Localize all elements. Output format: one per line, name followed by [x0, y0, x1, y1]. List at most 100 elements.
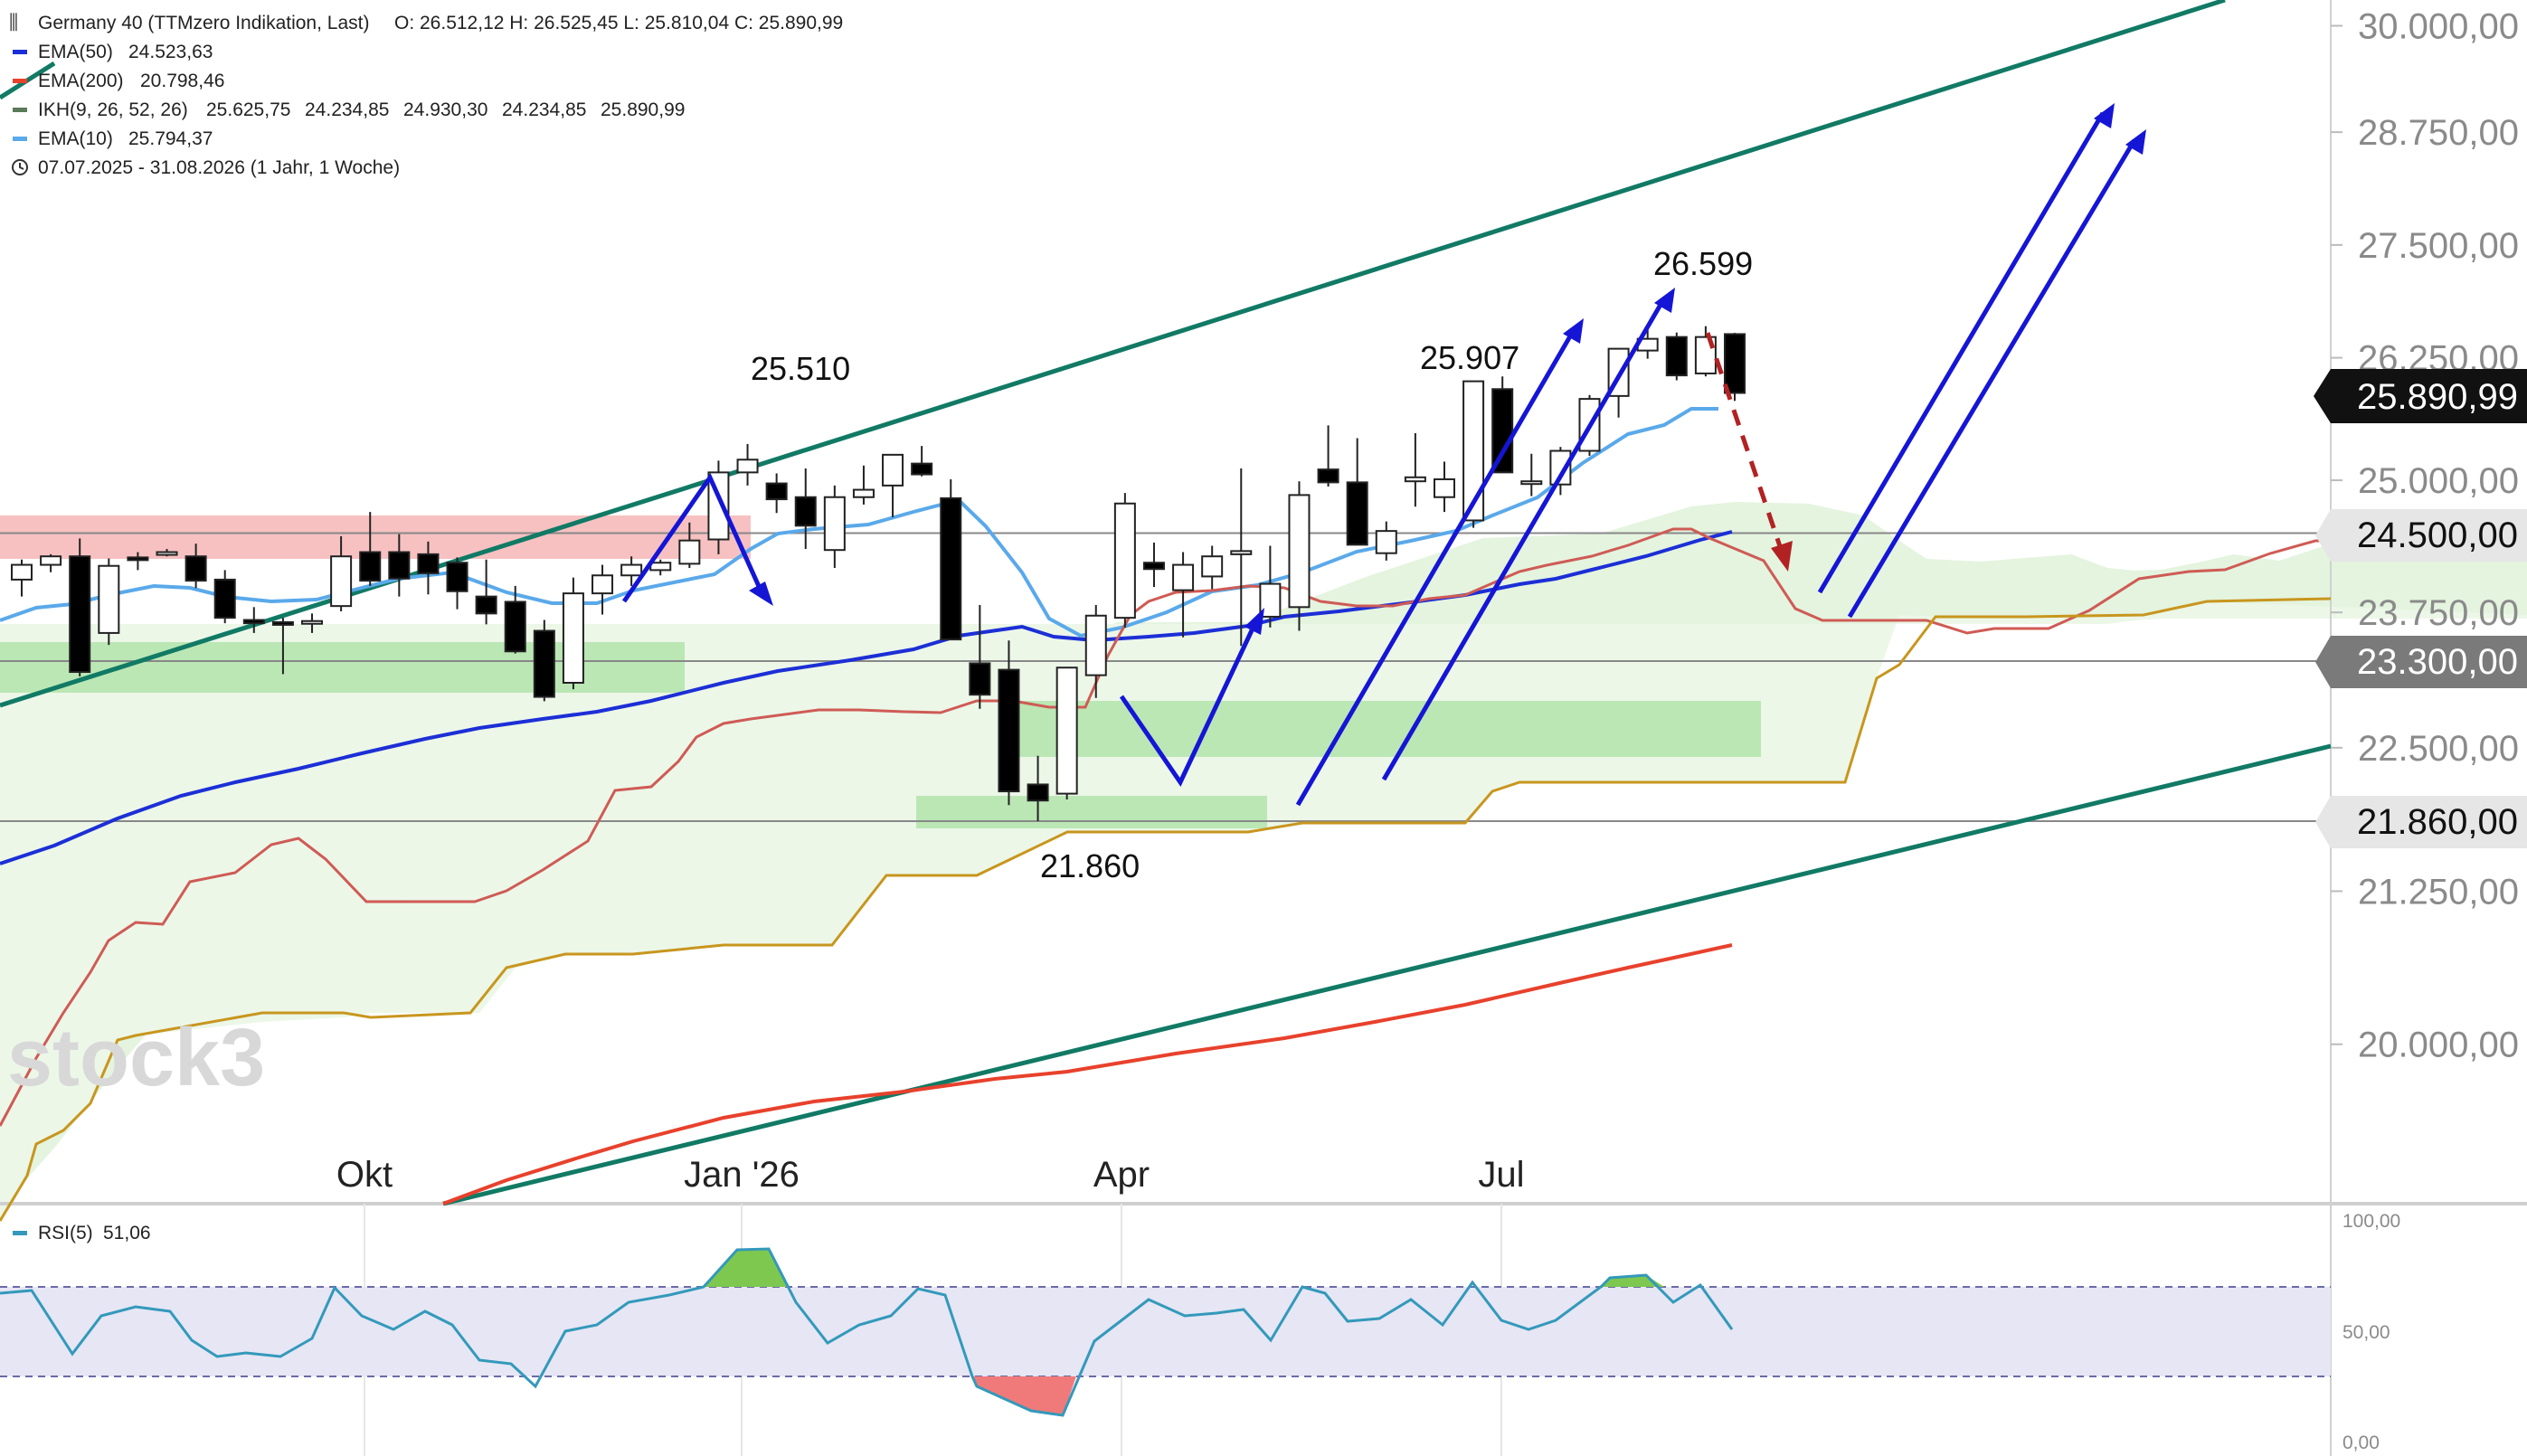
candle-bullish: [649, 562, 672, 572]
y-tick-label: 23.750,00: [2358, 593, 2519, 633]
legend-ema200-value: 20.798,46: [140, 71, 224, 91]
x-label-okt: Okt: [336, 1155, 393, 1195]
candle-bullish: [678, 539, 701, 565]
candle-bullish: [852, 488, 875, 498]
legend-ikh-value-2: 24.234,85: [305, 99, 389, 120]
arrow-head-zigzag-left: [749, 581, 773, 606]
level-label-pointer: [2315, 636, 2331, 688]
legend-swatch-ema200: [13, 79, 27, 83]
legend-ohlc: O: 26.512,12 H: 26.525,45 L: 25.810,04 C…: [394, 13, 843, 33]
legend-range: 07.07.2025 - 31.08.2026 (1 Jahr, 1 Woche…: [38, 157, 400, 178]
legend-ema200-label: EMA(200): [38, 71, 124, 91]
legend-ema10-value: 25.794,37: [128, 128, 213, 149]
legend-ikh-label: IKH(9, 26, 52, 26): [38, 99, 188, 120]
level-label-pointer: [2315, 796, 2331, 848]
candle-bullish: [1201, 555, 1224, 578]
candle-bullish: [1172, 563, 1195, 591]
candle-bullish: [1404, 476, 1426, 483]
candle-bearish: [213, 578, 236, 619]
candle-bearish: [911, 462, 933, 476]
candle-bullish: [1520, 480, 1543, 486]
candle-bearish: [271, 620, 294, 626]
candle-bullish: [562, 592, 584, 684]
candle-bullish: [330, 555, 353, 608]
candle-bullish: [882, 453, 904, 487]
candle-bullish: [1375, 530, 1397, 554]
legend-ema50-label: EMA(50): [38, 42, 113, 62]
level-label-text: 24.500,00: [2357, 515, 2518, 555]
candle-bearish: [1317, 468, 1339, 484]
candle-bearish: [794, 496, 817, 527]
candle-bearish: [1142, 562, 1165, 571]
legend-ikh-value-5: 25.890,99: [601, 99, 685, 120]
candle-bearish: [998, 668, 1020, 793]
rsi-panel: 100,00 50,00 0,00 RSI(5) 51,06: [0, 1211, 2400, 1453]
rsi-legend-swatch: [13, 1231, 27, 1235]
rsi-oversold-fill-mar: [972, 1376, 1076, 1415]
legend-ikh-value-4: 24.234,85: [502, 99, 586, 120]
last-price-label: 25.890,99: [2314, 369, 2527, 423]
rsi-tick-100: 100,00: [2342, 1211, 2400, 1232]
candle-bearish: [1346, 481, 1368, 546]
legend-swatch-ema50: [13, 50, 27, 54]
candle-bullish: [301, 619, 324, 625]
candle-bearish: [242, 619, 265, 625]
candle-bearish: [765, 482, 788, 501]
legend-ema50-value: 24.523,63: [128, 42, 213, 62]
candle-bearish: [1665, 336, 1688, 377]
rsi-legend-label: RSI(5): [38, 1223, 93, 1243]
candle-bullish: [736, 459, 759, 474]
candle-bearish: [1491, 388, 1514, 474]
y-tick-label: 20.000,00: [2358, 1026, 2519, 1065]
candle-bullish: [1055, 667, 1078, 795]
rsi-legend-value: 51,06: [103, 1223, 151, 1243]
legend-ema10-label: EMA(10): [38, 128, 113, 149]
candle-bearish: [475, 595, 497, 615]
y-tick-label: 25.000,00: [2358, 461, 2519, 501]
x-label-jul: Jul: [1478, 1155, 1524, 1195]
candle-bearish: [533, 629, 555, 698]
legend-ikh-value-3: 24.930,30: [403, 99, 487, 120]
y-tick-label: 28.750,00: [2358, 113, 2519, 153]
price-chart: 25.510 25.907 26.599 21.860 stock3 Okt J…: [0, 0, 2527, 1456]
candle-bullish: [11, 563, 33, 581]
level-label-text: 23.300,00: [2357, 642, 2518, 682]
arrow-up-3: [1817, 111, 2106, 594]
rsi-overbought-fill-jan: [704, 1249, 790, 1287]
candle-bullish: [620, 563, 643, 577]
candle-bearish: [127, 556, 149, 562]
candle-bearish: [940, 496, 962, 641]
candle-bullish: [156, 551, 178, 556]
candle-bearish: [1027, 783, 1049, 802]
rsi-band: [0, 1287, 2331, 1376]
x-label-apr: Apr: [1093, 1155, 1150, 1195]
candle-bullish: [592, 574, 614, 595]
candle-bearish: [388, 551, 411, 580]
candle-bearish: [446, 562, 468, 592]
bar-chart-icon: ⫼: [9, 11, 18, 33]
candle-bearish: [185, 555, 207, 582]
candle-bearish: [417, 553, 440, 574]
level-label-text: 21.860,00: [2357, 802, 2518, 842]
support-zone-low: [916, 796, 1267, 828]
annotation-high-jun: 25.907: [1420, 339, 1519, 376]
candle-bearish: [69, 555, 91, 674]
candle-bearish: [1724, 333, 1746, 394]
legend: ⫼ Germany 40 (TTMzero Indikation, Last) …: [9, 11, 843, 178]
last-price-pointer: [2314, 369, 2331, 423]
candle-bullish: [1433, 477, 1455, 498]
level-label-21860: 21.860,00: [2315, 796, 2527, 848]
y-tick-label: 27.500,00: [2358, 226, 2519, 266]
rsi-tick-50: 50,00: [2342, 1322, 2390, 1343]
level-label-24500: 24.500,00: [2315, 509, 2527, 562]
candle-bearish: [504, 600, 526, 653]
candle-bullish: [1288, 494, 1311, 609]
last-price-text: 25.890,99: [2357, 377, 2518, 417]
ema200-line: [442, 943, 1733, 1205]
legend-instrument: Germany 40 (TTMzero Indikation, Last): [38, 13, 369, 33]
arrow-up-4: [1847, 138, 2137, 619]
x-label-jan: Jan '26: [684, 1155, 800, 1195]
y-tick-label: 21.250,00: [2358, 872, 2519, 912]
candle-bearish: [359, 551, 382, 582]
legend-swatch-ikh: [13, 108, 27, 112]
